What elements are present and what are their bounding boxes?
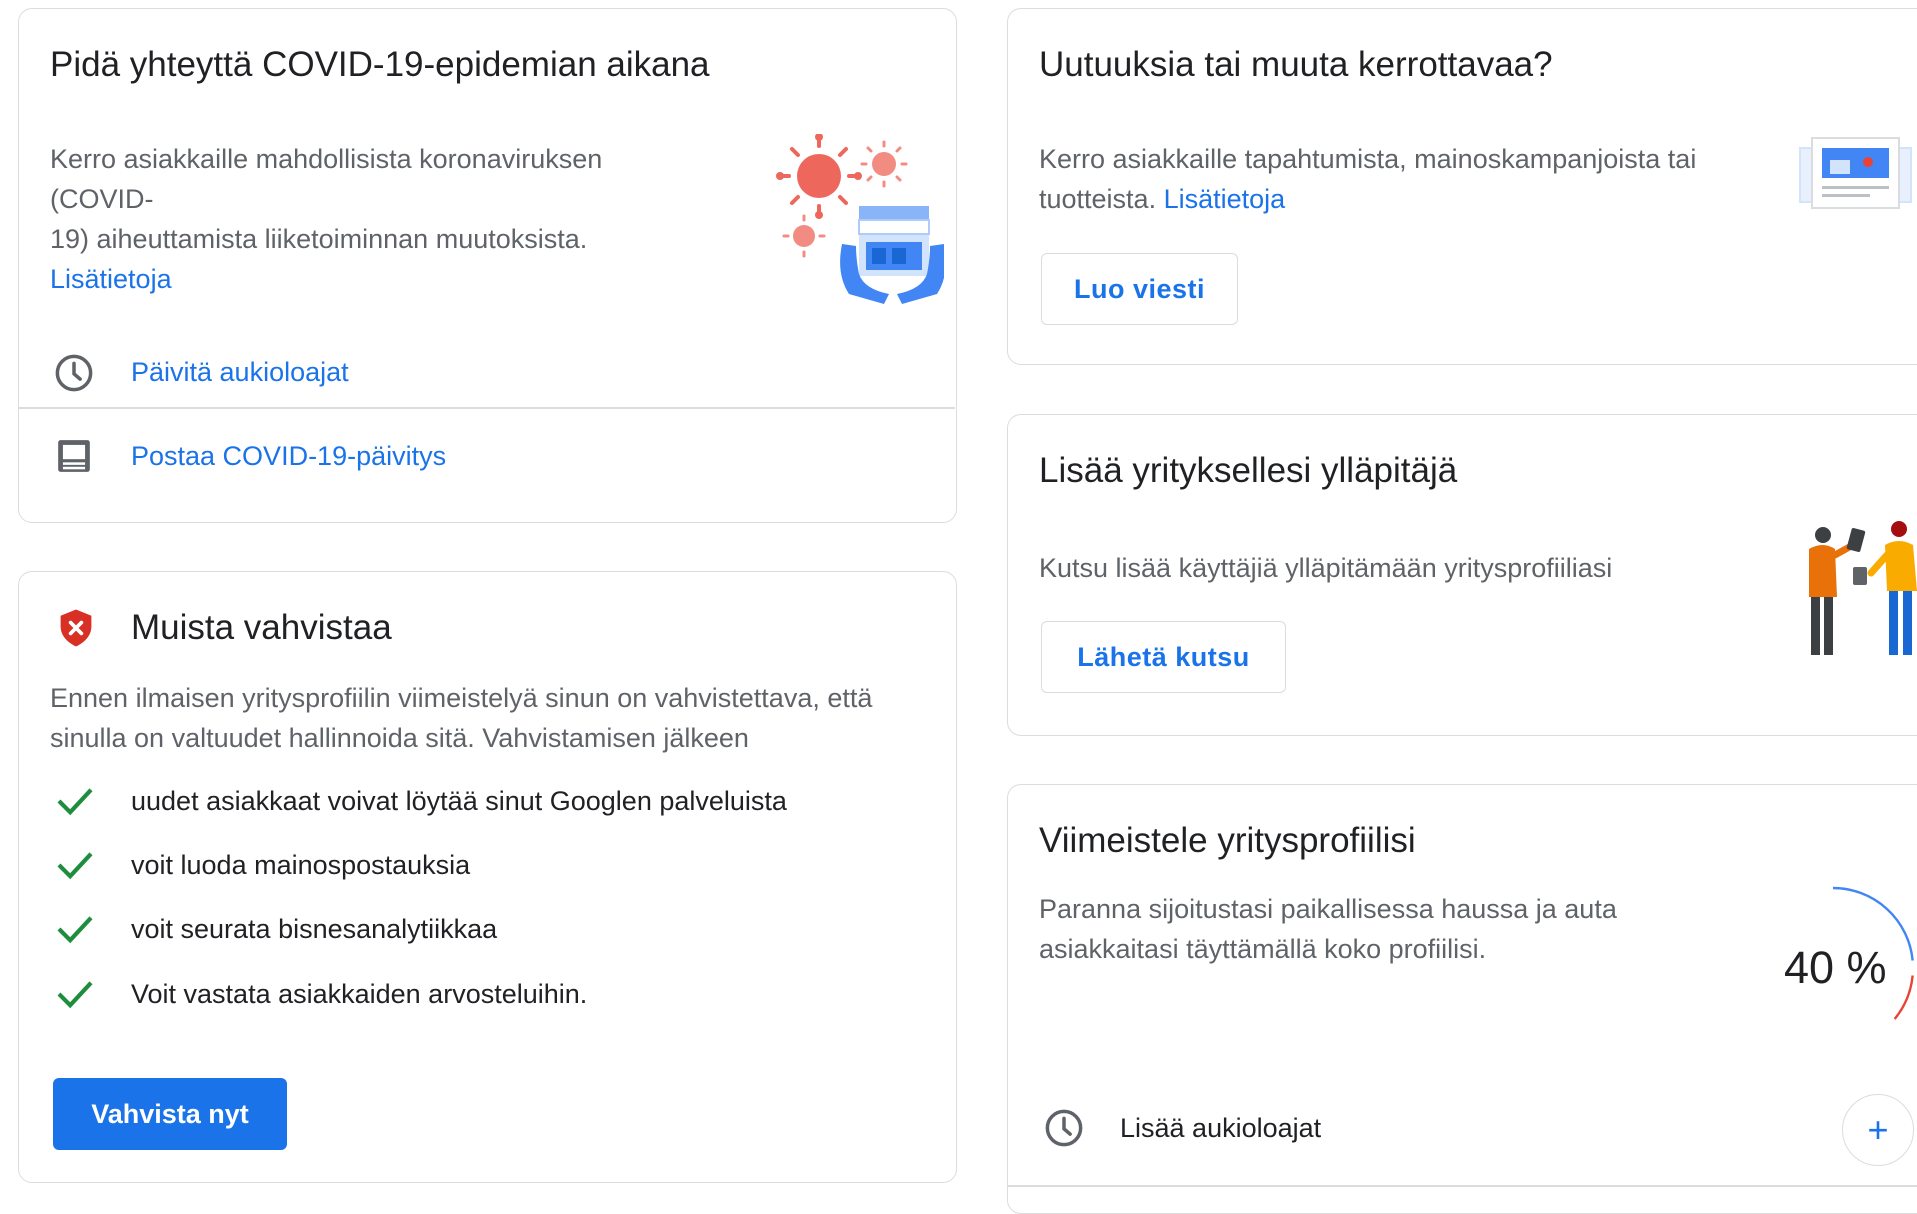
benefit-item: Voit vastata asiakkaiden arvosteluihin. — [131, 979, 588, 1009]
post-covid-update-link[interactable]: Postaa COVID-19-päivitys — [131, 441, 446, 472]
clock-icon — [55, 354, 93, 392]
news-card-title: Uutuuksia tai muuta kerrottavaa? — [1039, 45, 1553, 84]
covid-actions-divider — [19, 407, 955, 409]
virus-small-top — [860, 140, 908, 188]
covid-store-illustration — [776, 134, 944, 304]
news-learn-more-link[interactable]: Lisätietoja — [1164, 184, 1286, 214]
profile-card-description: Paranna sijoitustasi paikallisessa hauss… — [1039, 889, 1659, 969]
news-card-description: Kerro asiakkaille tapahtumista, mainoska… — [1039, 139, 1759, 219]
covid-card-title: Pidä yhteyttä COVID-19-epidemian aikana — [50, 45, 710, 84]
covid-card: Pidä yhteyttä COVID-19-epidemian aikana … — [18, 8, 957, 523]
verify-card: Muista vahvistaa Ennen ilmaisen yrityspr… — [18, 571, 957, 1183]
clock-icon — [1045, 1109, 1083, 1147]
covid-desc-line1: Kerro asiakkaille mahdollisista koronavi… — [50, 144, 603, 214]
news-card: Uutuuksia tai muuta kerrottavaa? Kerro a… — [1007, 8, 1917, 365]
newspaper-illustration — [1799, 137, 1912, 209]
admin-card-title: Lisää yrityksellesi ylläpitäjä — [1039, 451, 1458, 490]
shield-alert-icon — [60, 609, 92, 647]
check-icon — [57, 981, 93, 1009]
profile-card: Viimeistele yritysprofiilisi Paranna sij… — [1007, 784, 1917, 1214]
verify-desc-line1: Ennen ilmaisen yritysprofiilin viimeiste… — [50, 683, 873, 713]
news-desc-line1: Kerro asiakkaille tapahtumista, mainoska… — [1039, 144, 1697, 174]
benefit-item: voit luoda mainospostauksia — [131, 850, 471, 880]
covid-learn-more-link[interactable]: Lisätietoja — [50, 264, 172, 294]
check-icon — [57, 788, 93, 816]
covid-card-description: Kerro asiakkaille mahdollisista koronavi… — [50, 139, 610, 299]
plus-icon: + — [1867, 1109, 1889, 1150]
verify-card-title: Muista vahvistaa — [131, 608, 392, 647]
progress-arc-remaining — [1893, 975, 1914, 1020]
benefit-item: voit seurata bisnesanalytiikkaa — [131, 914, 498, 944]
add-hours-task: Lisää aukioloajat — [1120, 1113, 1322, 1143]
update-hours-link[interactable]: Päivitä aukioloajat — [131, 357, 349, 388]
profile-desc-line2: asiakkaitasi täyttämällä koko profiilisi… — [1039, 934, 1487, 964]
create-post-button[interactable]: Luo viesti — [1041, 253, 1238, 325]
profile-card-title: Viimeistele yritysprofiilisi — [1039, 821, 1416, 860]
verify-now-button[interactable]: Vahvista nyt — [53, 1078, 287, 1150]
admin-card-description: Kutsu lisää käyttäjiä ylläpitämään yrity… — [1039, 553, 1613, 583]
verify-card-description: Ennen ilmaisen yritysprofiilin viimeiste… — [50, 678, 930, 758]
send-invite-button[interactable]: Lähetä kutsu — [1041, 621, 1286, 693]
virus-small-left — [782, 214, 826, 258]
news-desc-line2: tuotteista. — [1039, 184, 1157, 214]
profile-desc-line1: Paranna sijoitustasi paikallisessa hauss… — [1039, 894, 1617, 924]
check-icon — [57, 916, 93, 944]
verify-desc-line2: sinulla on valtuudet hallinnoida sitä. V… — [50, 723, 749, 753]
covid-desc-line2: 19) aiheuttamista liiketoiminnan muutoks… — [50, 224, 588, 254]
virus-large — [776, 134, 862, 219]
admin-card: Lisää yrityksellesi ylläpitäjä Kutsu lis… — [1007, 414, 1917, 736]
profile-tasks-divider — [1008, 1185, 1917, 1187]
check-icon — [57, 852, 93, 880]
benefit-item: uudet asiakkaat voivat löytää sinut Goog… — [131, 786, 787, 816]
progress-percentage: 40 % — [1784, 942, 1887, 993]
add-hours-button[interactable]: + — [1842, 1094, 1914, 1166]
post-icon — [58, 440, 90, 472]
people-illustration — [1809, 521, 1917, 655]
